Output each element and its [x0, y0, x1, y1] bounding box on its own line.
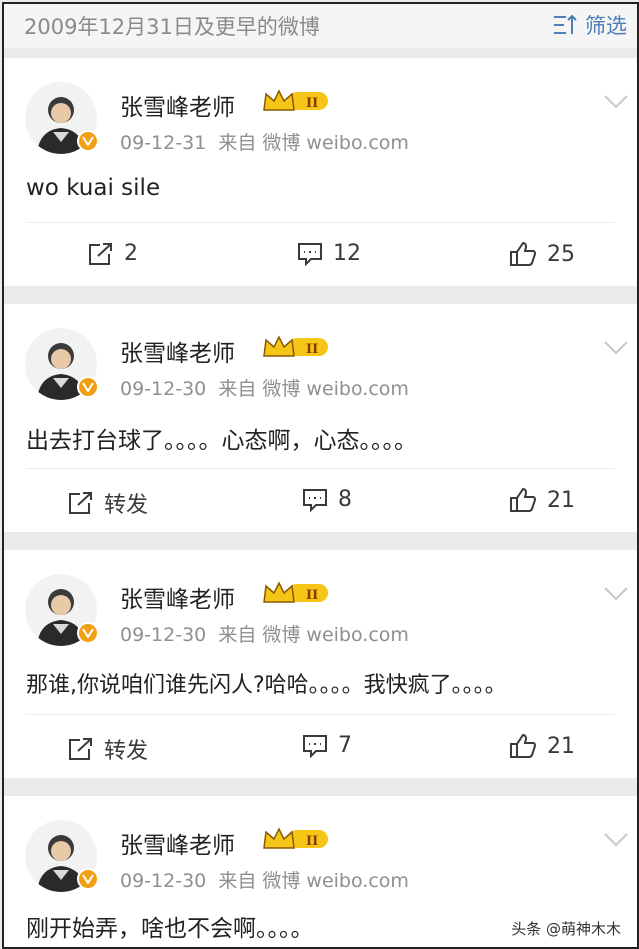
author-name[interactable]: 张雪峰老师 [120, 826, 235, 860]
divider [26, 222, 615, 223]
post-text: 那谁,你说咱们谁先闪人?哈哈。。。。我快疯了。。。。 [26, 673, 507, 698]
divider [26, 714, 615, 715]
filter-icon [554, 14, 577, 34]
post-meta: 09-12-31 来自 微博 weibo.com [120, 128, 409, 155]
repost-label: 转发 [104, 493, 149, 518]
chevron-down-icon[interactable] [603, 832, 629, 848]
author-name[interactable]: 张雪峰老师 [120, 88, 235, 122]
svg-text:II: II [306, 834, 318, 849]
repost-count: 2 [124, 241, 138, 266]
post-card[interactable]: 张雪峰老师 II 09-12-30 来自 微博 weibo.com 那谁,你说咱… [4, 550, 637, 778]
repost-button[interactable]: 转发 [68, 733, 148, 765]
repost-icon [89, 242, 112, 265]
comment-count: 12 [333, 241, 361, 266]
like-count: 21 [547, 487, 575, 513]
comment-count: 7 [338, 733, 352, 758]
comment-count: 8 [338, 487, 352, 512]
author-name[interactable]: 张雪峰老师 [120, 580, 235, 614]
like-button[interactable]: 21 [509, 733, 575, 759]
thumbs-up-icon [510, 241, 537, 266]
repost-icon [69, 492, 92, 514]
feed-header: 2009年12月31日及更早的微博 筛选 [4, 4, 637, 48]
chevron-down-icon[interactable] [603, 340, 629, 356]
post-meta: 09-12-30 来自 微博 weibo.com [120, 620, 409, 647]
post-source: 来自 微博 weibo.com [218, 870, 409, 892]
member-crown-icon: II [263, 581, 328, 603]
filter-label: 筛选 [585, 14, 627, 38]
member-crown-icon: II [263, 827, 328, 849]
comment-icon [298, 242, 322, 266]
verified-badge-icon [77, 376, 99, 398]
post-source: 来自 微博 weibo.com [218, 378, 409, 400]
comment-button[interactable]: 12 [297, 241, 361, 266]
comment-icon [303, 488, 327, 512]
post-card[interactable]: 张雪峰老师 II 09-12-31 来自 微博 weibo.com wo kua… [4, 58, 637, 286]
chevron-down-icon[interactable] [603, 586, 629, 602]
post-source: 来自 微博 weibo.com [218, 132, 409, 154]
weibo-feed: 2009年12月31日及更早的微博 筛选 张雪峰老师 II 09-12-31 来… [2, 2, 639, 949]
filter-button[interactable]: 筛选 [553, 10, 627, 40]
like-button[interactable]: 25 [509, 241, 575, 267]
member-crown-icon: II [263, 335, 328, 357]
post-source: 来自 微博 weibo.com [218, 624, 409, 646]
date-range-label: 2009年12月31日及更早的微博 [24, 15, 320, 39]
post-date: 09-12-31 [120, 132, 207, 154]
watermark: 头条 @萌神木木 [507, 918, 625, 939]
post-meta: 09-12-30 来自 微博 weibo.com [120, 374, 409, 401]
verified-badge-icon [77, 130, 99, 152]
post-date: 09-12-30 [120, 378, 207, 400]
svg-text:II: II [306, 342, 318, 357]
post-date: 09-12-30 [120, 870, 207, 892]
member-crown-icon: II [263, 89, 328, 111]
repost-button[interactable]: 2 [88, 241, 138, 266]
post-text: wo kuai sile [26, 175, 161, 201]
like-count: 25 [547, 241, 575, 267]
comment-button[interactable]: 8 [302, 487, 352, 512]
post-text: 刚开始弄，啥也不会啊。。。。 [26, 916, 314, 942]
post-meta: 09-12-30 来自 微博 weibo.com [120, 866, 409, 893]
divider [26, 468, 615, 469]
svg-text:II: II [306, 96, 318, 111]
svg-text:II: II [306, 588, 318, 603]
thumbs-up-icon [510, 733, 537, 758]
post-text: 出去打台球了。。。。心态啊，心态。。。。 [26, 428, 417, 454]
repost-icon [69, 738, 92, 760]
repost-button[interactable]: 转发 [68, 487, 148, 519]
post-card[interactable]: 张雪峰老师 II 09-12-30 来自 微博 weibo.com 出去打台球了… [4, 304, 637, 532]
post-date: 09-12-30 [120, 624, 207, 646]
thumbs-up-icon [510, 487, 537, 512]
chevron-down-icon[interactable] [603, 94, 629, 110]
repost-label: 转发 [104, 739, 149, 764]
verified-badge-icon [77, 868, 99, 890]
verified-badge-icon [77, 622, 99, 644]
author-name[interactable]: 张雪峰老师 [120, 334, 235, 368]
comment-icon [303, 734, 327, 758]
like-count: 21 [547, 733, 575, 759]
comment-button[interactable]: 7 [302, 733, 352, 758]
like-button[interactable]: 21 [509, 487, 575, 513]
